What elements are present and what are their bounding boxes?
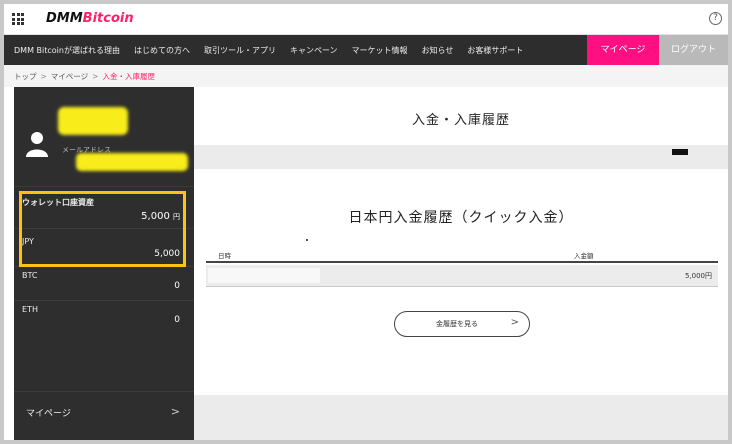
redacted-name [58, 107, 128, 135]
wallet-row-eth: ETH 0 [14, 301, 194, 337]
nav-items: DMM Bitcoinが選ばれる理由 はじめての方へ 取引ツール・アプリ キャン… [14, 35, 537, 65]
wallet-row-btc: BTC 0 [14, 267, 194, 301]
global-nav: DMM Bitcoinが選ばれる理由 はじめての方へ 取引ツール・アプリ キャン… [4, 35, 728, 65]
nav-item-why[interactable]: DMM Bitcoinが選ばれる理由 [14, 45, 120, 56]
sidebar: メールアドレス ウォレット口座資産 5,000 円 JPY 5,000 BTC … [14, 87, 194, 440]
breadcrumb-top[interactable]: トップ [14, 71, 37, 82]
page-title: 入金・入庫履歴 [411, 113, 510, 128]
nav-item-news[interactable]: お知らせ [422, 45, 454, 56]
breadcrumb-current: 入金・入庫履歴 [102, 71, 155, 81]
breadcrumb-separator: > [40, 71, 47, 81]
sidebar-mypage-label: マイページ [26, 409, 71, 419]
wallet-eth-label: ETH [22, 305, 38, 314]
table-header: 日時 入金額 [206, 245, 718, 263]
row-amount: 5,000円 [684, 272, 712, 280]
profile-panel: メールアドレス [14, 87, 194, 187]
app-grid-icon[interactable] [12, 13, 24, 25]
dot-mark [306, 239, 308, 241]
mypage-button[interactable]: マイページ [587, 35, 659, 65]
help-icon[interactable]: ? [709, 12, 722, 25]
black-mark [672, 149, 688, 155]
chevron-right-icon: > [170, 405, 180, 418]
breadcrumb-separator: > [92, 71, 99, 81]
redacted-email [76, 153, 188, 171]
wallet-btc-value: 0 [174, 281, 180, 291]
nav-item-market[interactable]: マーケット情報 [352, 45, 408, 56]
section-title: 日本円入金履歴（クイック入金） [348, 210, 574, 226]
breadcrumb: トップ > マイページ > 入金・入庫履歴 [4, 65, 728, 87]
column-datetime: 日時 [218, 252, 231, 260]
top-bar: DMMBitcoin ? [4, 4, 728, 35]
page-header: 入金・入庫履歴 [194, 87, 728, 145]
view-history-label: 金履歴を見る [436, 320, 478, 328]
table-row: 5,000円 [206, 265, 718, 287]
user-icon [26, 132, 48, 157]
wallet-eth-value: 0 [174, 315, 180, 325]
nav-item-tools[interactable]: 取引ツール・アプリ [204, 45, 276, 56]
redacted-datetime [208, 268, 320, 283]
chevron-right-icon: > [510, 317, 519, 328]
logo-dmm: DMM [46, 11, 83, 26]
main-content: 入金・入庫履歴 日本円入金履歴（クイック入金） 日時 入金額 5,000円 金履… [194, 87, 728, 440]
browser-frame: DMMBitcoin ? DMM Bitcoinが選ばれる理由 はじめての方へ … [0, 0, 732, 444]
deposit-history-card: 日本円入金履歴（クイック入金） 日時 入金額 5,000円 金履歴を見る > [194, 169, 728, 395]
nav-item-beginners[interactable]: はじめての方へ [134, 45, 190, 56]
site-logo[interactable]: DMMBitcoin [46, 11, 134, 26]
view-history-button[interactable]: 金履歴を見る > [394, 311, 530, 337]
breadcrumb-mypage[interactable]: マイページ [51, 71, 88, 82]
logout-button[interactable]: ログアウト [659, 35, 728, 65]
highlight-box [19, 191, 186, 267]
logo-bitcoin: Bitcoin [82, 11, 134, 26]
nav-item-campaign[interactable]: キャンペーン [290, 45, 338, 56]
nav-item-support[interactable]: お客様サポート [467, 45, 523, 56]
wallet-btc-label: BTC [22, 271, 38, 280]
column-amount: 入金額 [574, 252, 594, 260]
sidebar-item-mypage[interactable]: マイページ > [14, 391, 194, 431]
